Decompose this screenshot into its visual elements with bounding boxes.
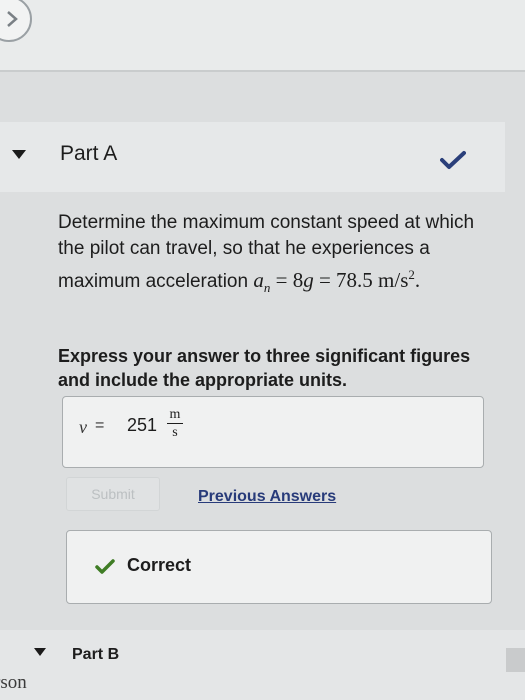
top-strip: [0, 0, 525, 70]
scroll-handle[interactable]: [506, 648, 525, 672]
previous-answers-link[interactable]: Previous Answers: [198, 488, 336, 506]
question-text: Determine the maximum constant speed at …: [58, 210, 488, 301]
completed-check-icon: [440, 150, 466, 175]
question-math: an = 8g = 78.5 m/s2.: [253, 267, 421, 296]
submit-button[interactable]: Submit: [66, 477, 160, 511]
caret-down-icon[interactable]: [34, 648, 46, 656]
fraction-bar: [167, 423, 183, 424]
answer-variable: v: [79, 417, 87, 437]
unit-numerator: m: [169, 407, 181, 422]
footer-brand-text: rson: [0, 672, 27, 693]
part-b-header[interactable]: [0, 630, 525, 700]
answer-equals: =: [95, 417, 105, 434]
part-b-title[interactable]: Part B: [72, 646, 119, 664]
unit-denominator: s: [172, 425, 178, 440]
feedback-box: Correct: [66, 530, 492, 604]
answer-unit: m s: [167, 407, 183, 440]
chevron-right-icon: [7, 11, 18, 27]
correct-label: Correct: [127, 555, 192, 575]
part-a-title[interactable]: Part A: [60, 142, 117, 166]
answer-instruction: Express your answer to three significant…: [58, 346, 471, 390]
caret-down-icon[interactable]: [12, 150, 26, 159]
correct-check-icon: [95, 559, 115, 580]
answer-value: 251: [127, 415, 158, 435]
divider: [0, 70, 525, 72]
answer-box[interactable]: v = 251 m s: [62, 396, 484, 468]
